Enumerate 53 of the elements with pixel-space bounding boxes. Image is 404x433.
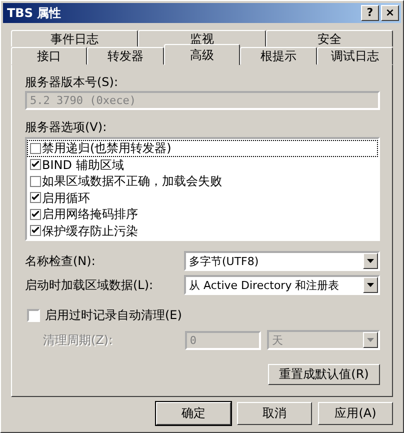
- checkbox[interactable]: [30, 192, 41, 204]
- ok-button[interactable]: 确定: [156, 402, 231, 425]
- dropdown-value: 多字节(UTF8): [188, 254, 259, 268]
- tab[interactable]: 事件日志: [11, 30, 138, 47]
- cancel-button[interactable]: 取消: [237, 402, 312, 425]
- dropdown[interactable]: 从 Active Directory 和注册表: [184, 275, 380, 295]
- tab[interactable]: 转发器: [87, 47, 164, 65]
- checkbox-label: 启用过时记录自动清理(E): [45, 307, 182, 324]
- close-button[interactable]: ×: [381, 5, 399, 21]
- help-button[interactable]: ?: [361, 5, 379, 21]
- option-item[interactable]: 启用网络掩码排序: [27, 206, 378, 222]
- caret-icon: [367, 283, 374, 287]
- check-icon: [32, 210, 39, 218]
- field-label: 服务器版本号(S):: [25, 75, 120, 90]
- dropdown-button[interactable]: [363, 253, 378, 269]
- option-label: 保护缓存防止污染: [42, 224, 138, 238]
- option-label: 如果区域数据不正确，加载会失败: [42, 174, 222, 188]
- list-label: 服务器选项(V):: [25, 120, 108, 135]
- option-item[interactable]: 禁用递归(也禁用转发器): [27, 140, 378, 156]
- checkbox[interactable]: [30, 159, 41, 170]
- option-label: 启用网络掩码排序: [42, 207, 138, 222]
- tab[interactable]: 根提示: [240, 47, 317, 65]
- field-label: 启动时加载区域数据(L):: [25, 276, 154, 294]
- apply-button[interactable]: 应用(A): [318, 402, 393, 425]
- tab[interactable]: 高级: [164, 44, 240, 65]
- tab[interactable]: 接口: [11, 47, 88, 65]
- tab[interactable]: 监视: [138, 30, 266, 47]
- reset-button[interactable]: 重置成默认值(R): [268, 364, 380, 385]
- option-item[interactable]: BIND 辅助区域: [27, 156, 378, 173]
- check-icon: [32, 194, 39, 202]
- caret-icon: [367, 338, 374, 342]
- checkbox[interactable]: [30, 225, 41, 236]
- checkbox[interactable]: [30, 208, 41, 220]
- option-item[interactable]: 如果区域数据不正确，加载会失败: [27, 173, 378, 190]
- window-title: TBS 属性: [7, 4, 62, 22]
- field-label: 清理周期(Z):: [43, 332, 114, 348]
- field-label: 名称检查(N):: [25, 252, 96, 270]
- tab[interactable]: 安全: [266, 30, 393, 47]
- tab[interactable]: 调试日志: [316, 47, 394, 65]
- option-item[interactable]: 启用循环: [27, 190, 378, 206]
- option-label: 启用循环: [42, 190, 90, 205]
- dropdown-value: 天: [270, 332, 283, 348]
- checkbox[interactable]: [30, 176, 41, 187]
- checkbox[interactable]: [30, 142, 41, 154]
- option-item[interactable]: 保护缓存防止污染: [27, 222, 378, 239]
- dropdown-value: 从 Active Directory 和注册表: [188, 278, 340, 292]
- caret-icon: [367, 259, 374, 263]
- check-icon: [32, 227, 39, 234]
- dropdown-button[interactable]: [363, 277, 378, 293]
- check-icon: [32, 161, 39, 168]
- option-label: BIND 辅助区域: [42, 158, 124, 172]
- option-label: 禁用递归(也禁用转发器): [42, 141, 172, 156]
- dropdown[interactable]: 多字节(UTF8): [184, 251, 380, 271]
